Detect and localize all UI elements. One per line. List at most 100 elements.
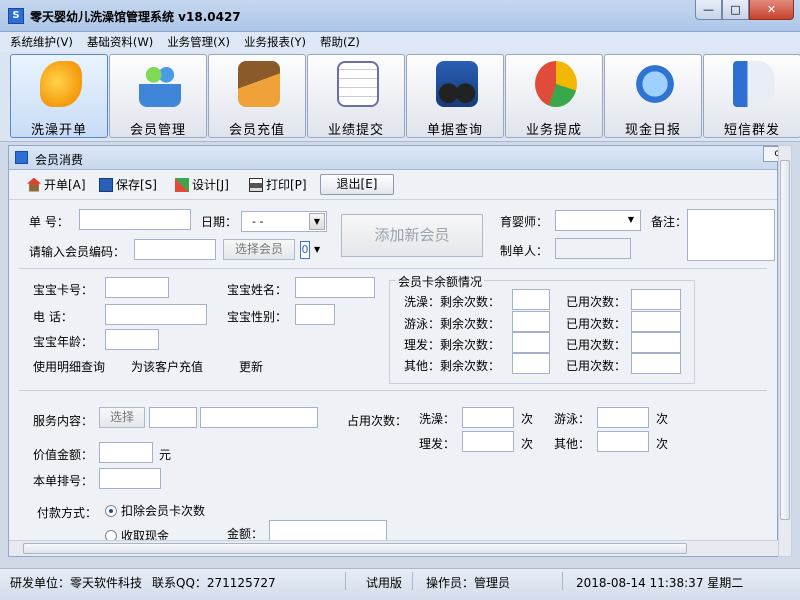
- chevron-down-icon: ▼: [627, 215, 635, 224]
- value-amount-input[interactable]: [99, 442, 153, 463]
- toolbar-cash-daily[interactable]: 现金日报: [604, 54, 702, 138]
- print-button[interactable]: 打印[P]: [249, 176, 307, 193]
- other-remain-label: 其他：剩余次数：: [404, 359, 501, 373]
- remark-label: 备注：: [651, 215, 688, 229]
- occupy-bath-input[interactable]: [462, 407, 514, 428]
- occupy-swim-label: 游泳：: [554, 412, 591, 426]
- toolbar-label: 业务提成: [525, 123, 582, 138]
- window-controls: — □ ✕: [695, 0, 794, 20]
- order-seq-label: 本单排号：: [33, 474, 94, 488]
- design-button[interactable]: 设计[J]: [175, 176, 229, 193]
- occupy-bath-label: 洗澡：: [419, 412, 456, 426]
- member-code-input[interactable]: [134, 239, 216, 260]
- toolbar-label: 业绩提交: [327, 123, 384, 138]
- toolbar-label: 单据查询: [426, 123, 483, 138]
- menu-basic-data[interactable]: 基础资料(W): [87, 34, 153, 50]
- occupy-hair-input[interactable]: [462, 431, 514, 452]
- other-remain-input[interactable]: [512, 353, 550, 374]
- service-name-input[interactable]: [200, 407, 318, 428]
- toolbar-commission[interactable]: 业务提成: [505, 54, 603, 138]
- printer-icon: [249, 177, 263, 192]
- date-picker[interactable]: - - ▼: [241, 211, 327, 232]
- status-bar: 研发单位：零天软件科技 联系QQ：271125727 试用版 操作员：管理员 2…: [0, 568, 800, 600]
- maximize-icon[interactable]: □: [722, 0, 749, 20]
- child-title-bar: 会员消费 c: [9, 146, 791, 170]
- hair-used-input[interactable]: [631, 332, 681, 353]
- baby-card-input[interactable]: [105, 277, 169, 298]
- toolbar-member-manage[interactable]: 会员管理: [109, 54, 207, 138]
- bath-used-label: 已用次数：: [566, 295, 627, 309]
- horizontal-scrollbar[interactable]: [9, 540, 779, 556]
- toolbar-bath-order[interactable]: 洗澡开单: [10, 54, 108, 138]
- binoculars-icon: [436, 61, 478, 107]
- save-icon: [99, 177, 113, 192]
- service-code-input[interactable]: [149, 407, 197, 428]
- swim-remain-input[interactable]: [512, 311, 550, 332]
- order-seq-input[interactable]: [99, 468, 161, 489]
- creator-label: 制单人：: [500, 244, 549, 258]
- menu-system[interactable]: 系统维护(V): [10, 34, 73, 50]
- usage-detail-link[interactable]: 使用明细查询: [33, 358, 105, 375]
- phone-input[interactable]: [105, 304, 207, 325]
- close-icon[interactable]: ✕: [749, 0, 794, 20]
- menu-reports[interactable]: 业务报表(Y): [244, 34, 306, 50]
- chevron-down-icon: ▼: [314, 245, 321, 254]
- bath-used-input[interactable]: [631, 289, 681, 310]
- exit-button[interactable]: 退出[E]: [320, 174, 394, 195]
- baby-name-input[interactable]: [295, 277, 375, 298]
- contact-qq: 联系QQ：271125727: [152, 576, 276, 590]
- baby-gender-input[interactable]: [295, 304, 335, 325]
- menu-business[interactable]: 业务管理(X): [167, 34, 230, 50]
- toolbar-document-query[interactable]: 单据查询: [406, 54, 504, 138]
- nurse-label: 育婴师：: [500, 215, 549, 229]
- baby-age-label: 宝宝年龄：: [33, 335, 94, 349]
- vertical-scrollbar[interactable]: [778, 145, 792, 557]
- add-member-button[interactable]: 添加新会员: [341, 214, 483, 257]
- users-icon: [139, 61, 181, 107]
- remark-input[interactable]: [687, 209, 775, 261]
- service-content-label: 服务内容：: [33, 414, 94, 428]
- hair-remain-input[interactable]: [512, 332, 550, 353]
- operator-text: 操作员：管理员: [426, 576, 511, 590]
- recharge-link[interactable]: 为该客户充值: [131, 358, 203, 375]
- window-title: 零天婴幼儿洗澡馆管理系统 v18.0427: [30, 10, 241, 24]
- creator-input[interactable]: [555, 238, 631, 259]
- chevron-down-icon: ▼: [309, 213, 325, 230]
- times-unit: 次: [656, 412, 669, 426]
- toolbar-performance-submit[interactable]: 业绩提交: [307, 54, 405, 138]
- toolbar-label: 会员管理: [129, 123, 186, 138]
- megaphone-icon: [733, 61, 775, 107]
- swim-used-input[interactable]: [631, 311, 681, 332]
- toolbar-label: 洗澡开单: [30, 123, 87, 138]
- card-balance-group: 会员卡余额情况 洗澡：剩余次数： 已用次数： 游泳：剩余次数： 已用次数： 理发…: [389, 273, 695, 384]
- toolbar-sms-broadcast[interactable]: 短信群发: [703, 54, 800, 138]
- baby-age-input[interactable]: [105, 329, 159, 350]
- update-link[interactable]: 更新: [239, 358, 263, 375]
- other-used-input[interactable]: [631, 353, 681, 374]
- date-label: 日期：: [201, 215, 238, 229]
- select-service-button[interactable]: 选择: [99, 407, 145, 428]
- menu-help[interactable]: 帮助(Z): [320, 34, 360, 50]
- save-button[interactable]: 保存[S]: [99, 176, 157, 193]
- calendar-pencil-icon: [337, 61, 379, 107]
- occupy-other-input[interactable]: [597, 431, 649, 452]
- quantity-stepper[interactable]: 0 ▼: [300, 239, 328, 260]
- minimize-icon[interactable]: —: [695, 0, 722, 20]
- scroll-thumb[interactable]: [23, 543, 687, 554]
- edition-text: 试用版: [366, 576, 403, 590]
- times-unit: 次: [656, 437, 669, 451]
- baby-card-label: 宝宝卡号：: [33, 283, 94, 297]
- pay-deduct-card-radio[interactable]: 扣除会员卡次数: [105, 502, 205, 519]
- order-no-input[interactable]: [79, 209, 191, 230]
- times-unit: 次: [521, 412, 534, 426]
- select-member-button[interactable]: 选择会员: [223, 239, 295, 260]
- window-icon: [15, 151, 28, 164]
- amount-input[interactable]: [269, 520, 387, 541]
- open-order-button[interactable]: 开单[A]: [27, 176, 86, 193]
- nurse-select[interactable]: ▼: [555, 210, 641, 231]
- bath-remain-input[interactable]: [512, 289, 550, 310]
- toolbar-member-recharge[interactable]: 会员充值: [208, 54, 306, 138]
- scroll-thumb[interactable]: [780, 160, 790, 520]
- occupy-swim-input[interactable]: [597, 407, 649, 428]
- baby-gender-label: 宝宝性别：: [227, 310, 288, 324]
